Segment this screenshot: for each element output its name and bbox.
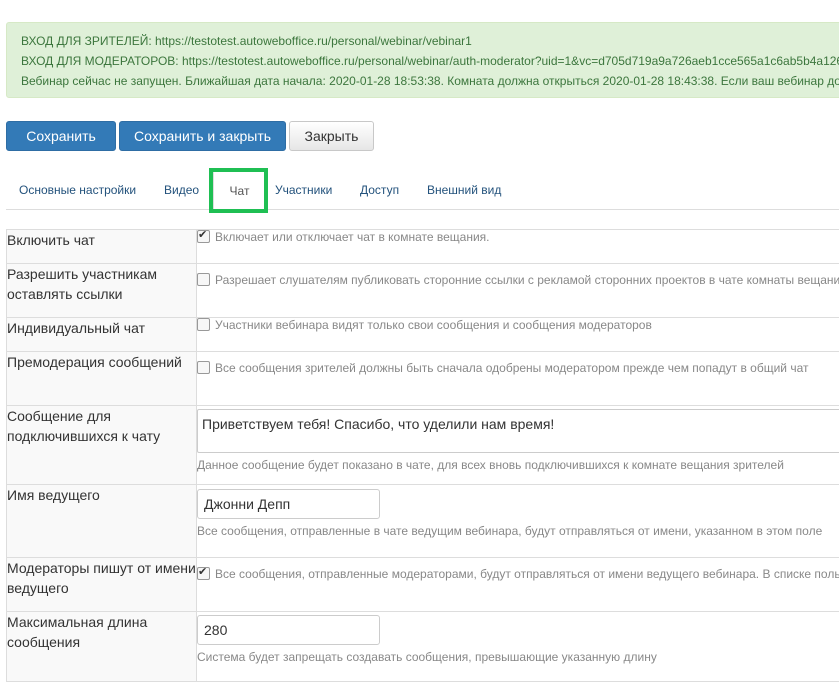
setting-help-text: Данное сообщение будет показано в чате, … (197, 458, 839, 472)
moderators-entry-line: ВХОД ДЛЯ МОДЕРАТОРОВ: https://testotest.… (21, 54, 839, 68)
tab-main-settings[interactable]: Основные настройки (19, 170, 136, 210)
save-button[interactable]: Сохранить (6, 121, 116, 151)
setting-label: Максимальная длина сообщения (7, 612, 197, 682)
setting-label: Сообщение для подключившихся к чату (7, 406, 197, 485)
host-name-input[interactable]: Джонни Депп (197, 489, 380, 519)
tab-video[interactable]: Видео (164, 170, 199, 210)
setting-value: Джонни Депп Все сообщения, отправленные … (197, 485, 839, 558)
viewers-entry-link[interactable]: https://testotest.autowebofﬁce.ru/person… (155, 34, 472, 48)
setting-label: Премодерация сообщений (7, 352, 197, 406)
webinar-status-text: Вебинар сейчас не запущен. Ближайшая дат… (21, 74, 839, 88)
setting-description: Все сообщения, отправленные модераторами… (215, 567, 839, 581)
setting-value: 280 Система будет запрещать создавать со… (197, 612, 839, 682)
setting-label: Разрешить участникам оставлять ссылки (7, 264, 197, 318)
setting-row-premoderation: Премодерация сообщений Все сообщения зри… (7, 352, 839, 406)
tab-access[interactable]: Доступ (360, 170, 399, 210)
moderators-entry-label: ВХОД ДЛЯ МОДЕРАТОРОВ: (21, 54, 182, 68)
setting-description: Участники вебинара видят только свои соо… (215, 318, 652, 332)
setting-row-host-name: Имя ведущего Джонни Депп Все сообщения, … (7, 485, 839, 558)
welcome-message-textarea[interactable]: Приветствуем тебя! Спасибо, что уделили … (197, 409, 839, 453)
moderators-entry-link[interactable]: https://testotest.autowebofﬁce.ru/person… (182, 54, 839, 68)
setting-label: Индивидуальный чат (7, 318, 197, 352)
setting-value: Включает или отключает чат в комнате вещ… (197, 230, 839, 264)
setting-value: Разрешает слушателям публиковать сторонн… (197, 264, 839, 318)
setting-description: Включает или отключает чат в комнате вещ… (215, 230, 490, 244)
info-alert: ВХОД ДЛЯ ЗРИТЕЛЕЙ: https://testotest.aut… (6, 22, 839, 98)
viewers-entry-label: ВХОД ДЛЯ ЗРИТЕЛЕЙ: (21, 34, 155, 48)
chat-settings-table: Включить чат Включает или отключает чат … (6, 229, 839, 682)
premoderation-checkbox[interactable] (197, 361, 210, 374)
individual-chat-checkbox[interactable] (197, 318, 210, 331)
close-button[interactable]: Закрыть (289, 121, 374, 151)
viewers-entry-line: ВХОД ДЛЯ ЗРИТЕЛЕЙ: https://testotest.aut… (21, 34, 472, 48)
setting-help-text: Система будет запрещать создавать сообще… (197, 650, 839, 664)
enable-chat-checkbox[interactable] (197, 230, 210, 243)
setting-row-allow-links: Разрешить участникам оставлять ссылки Ра… (7, 264, 839, 318)
setting-description: Все сообщения зрителей должны быть снача… (215, 361, 809, 375)
setting-value: Все сообщения зрителей должны быть снача… (197, 352, 839, 406)
setting-row-enable-chat: Включить чат Включает или отключает чат … (7, 230, 839, 264)
moderators-as-host-checkbox[interactable] (197, 567, 210, 580)
setting-row-welcome-message: Сообщение для подключившихся к чату Прив… (7, 406, 839, 485)
setting-row-individual-chat: Индивидуальный чат Участники вебинара ви… (7, 318, 839, 352)
settings-tabs: Основные настройки Видео Чат Участники Д… (6, 170, 839, 210)
setting-description: Разрешает слушателям публиковать сторонн… (215, 273, 839, 287)
setting-value: Участники вебинара видят только свои соо… (197, 318, 839, 352)
tab-appearance[interactable]: Внешний вид (427, 170, 501, 210)
max-length-input[interactable]: 280 (197, 615, 380, 645)
setting-row-moderators-as-host: Модераторы пишут от имени ведущего Все с… (7, 558, 839, 612)
save-and-close-button[interactable]: Сохранить и закрыть (119, 121, 286, 151)
setting-label: Включить чат (7, 230, 197, 264)
setting-value: Приветствуем тебя! Спасибо, что уделили … (197, 406, 839, 485)
allow-links-checkbox[interactable] (197, 273, 210, 286)
setting-row-max-length: Максимальная длина сообщения 280 Система… (7, 612, 839, 682)
setting-value: Все сообщения, отправленные модераторами… (197, 558, 839, 612)
tab-participants[interactable]: Участники (275, 170, 332, 210)
setting-label: Имя ведущего (7, 485, 197, 558)
setting-label: Модераторы пишут от имени ведущего (7, 558, 197, 612)
setting-help-text: Все сообщения, отправленные в чате ведущ… (197, 524, 839, 538)
tab-chat[interactable]: Чат (213, 170, 266, 210)
